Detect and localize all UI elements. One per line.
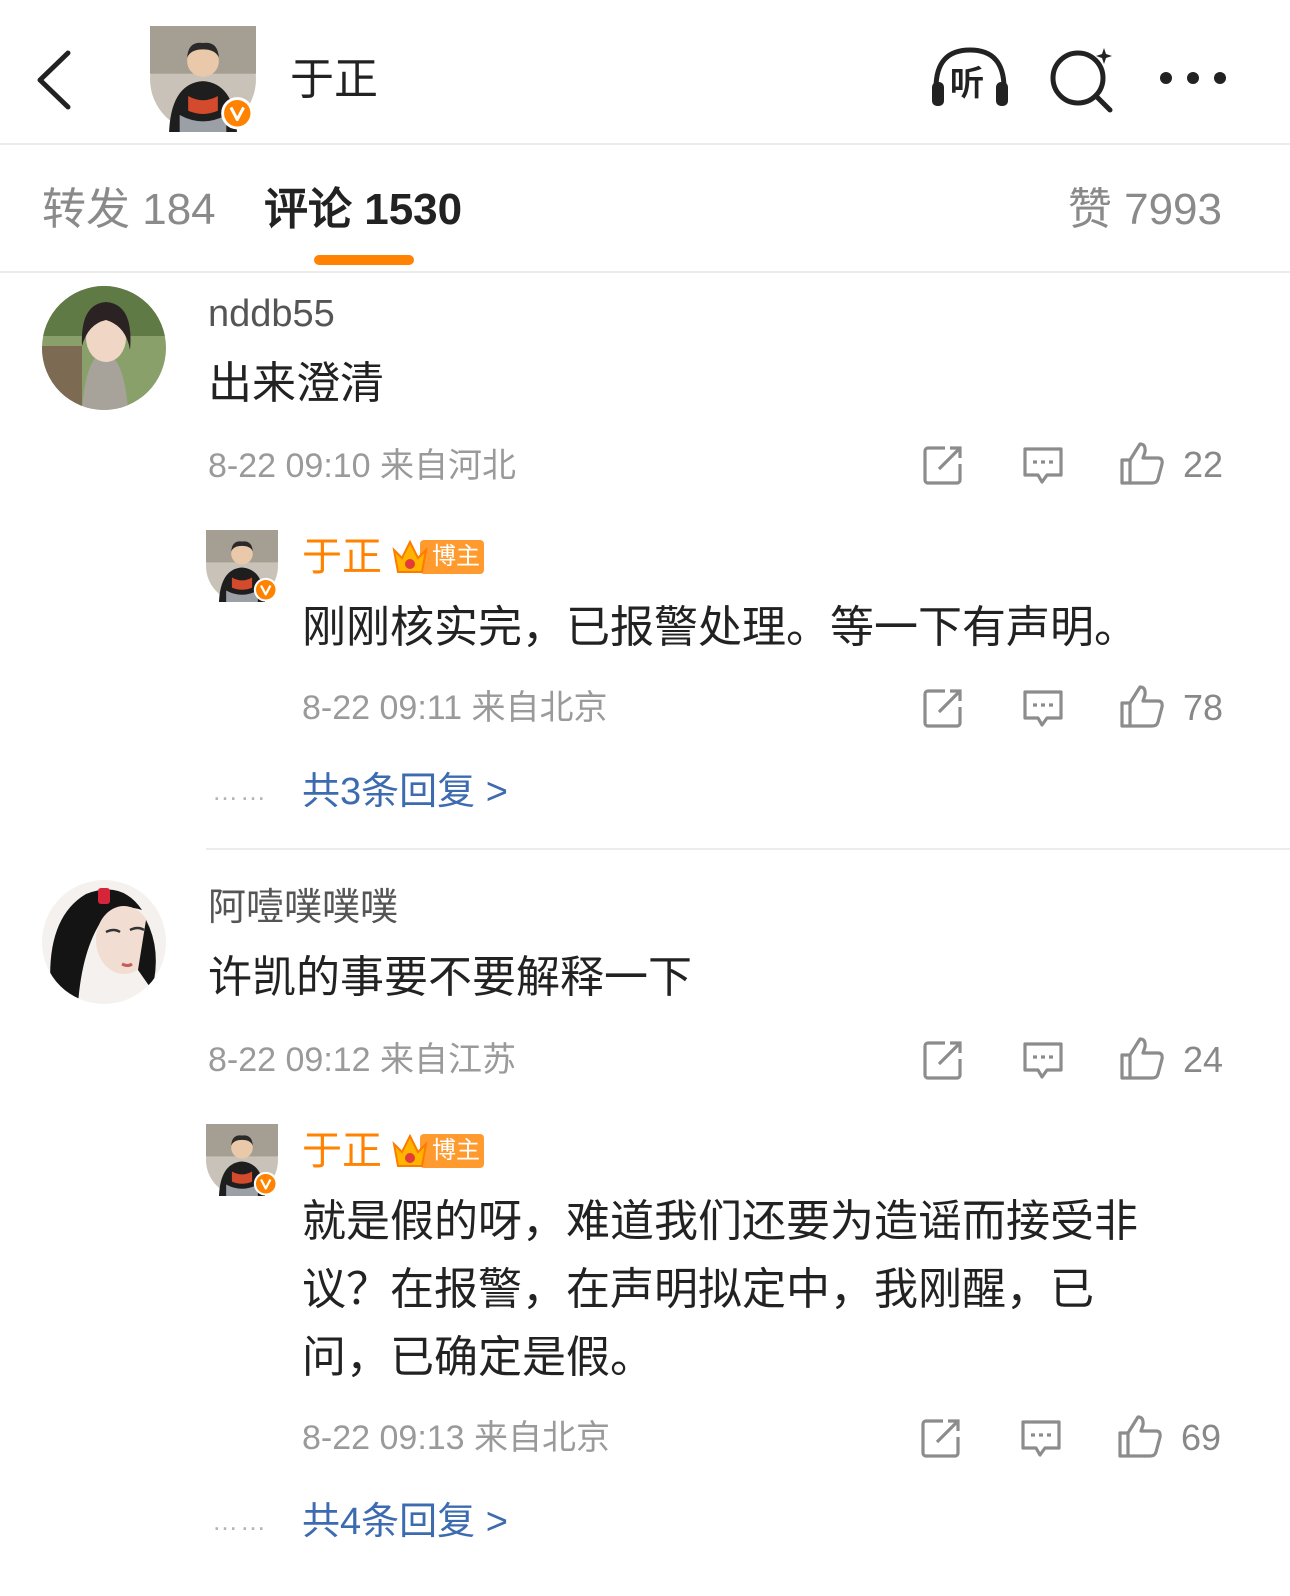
like-count: 24 — [1183, 1039, 1224, 1080]
page-title: 于正 — [290, 55, 378, 104]
blogger-badge: 博主 — [390, 1130, 484, 1170]
search-icon[interactable] — [1048, 44, 1118, 114]
reply-username[interactable]: 于正 — [302, 532, 382, 582]
dots-separator: …… — [212, 1506, 268, 1536]
author-avatar[interactable] — [206, 530, 278, 602]
reply-username[interactable]: 于正 — [302, 1126, 382, 1176]
blogger-badge-label: 博主 — [432, 1137, 480, 1164]
blogger-badge-label: 博主 — [432, 543, 480, 570]
like-count: 22 — [1183, 444, 1224, 485]
comment-icon[interactable] — [1020, 685, 1066, 731]
view-more-replies-link[interactable]: 共4条回复 > — [302, 1498, 508, 1546]
reply-text-line: 就是假的呀，难道我们还要为造谣而接受非 — [302, 1197, 1138, 1246]
view-more-replies-link[interactable]: 共3条回复 > — [302, 768, 508, 816]
comment-meta: 8-22 09:10 来自河北 — [208, 447, 517, 485]
like-icon[interactable] — [1118, 683, 1164, 729]
like-icon[interactable] — [1116, 1413, 1162, 1459]
comment-icon[interactable] — [1020, 442, 1066, 488]
comment-icon[interactable] — [1018, 1415, 1064, 1461]
like-icon[interactable] — [1118, 1035, 1164, 1081]
commenter-username[interactable]: nddb55 — [208, 290, 335, 338]
tab-bar: 转发 184 评论 1530 赞 7993 — [0, 145, 1290, 273]
like-count: 78 — [1183, 687, 1224, 728]
comment-icon[interactable] — [1020, 1037, 1066, 1083]
tab-comments[interactable]: 评论 1530 — [264, 183, 462, 237]
commenter-avatar[interactable] — [42, 880, 166, 1004]
share-icon[interactable] — [920, 685, 966, 731]
blogger-badge: 博主 — [390, 536, 484, 576]
tab-repost[interactable]: 转发 184 — [42, 183, 216, 237]
listen-icon-label: 听 — [950, 65, 984, 103]
author-avatar[interactable] — [206, 1124, 278, 1196]
like-icon[interactable] — [1118, 440, 1164, 486]
comment-divider — [206, 848, 1290, 850]
comment-text: 许凯的事要不要解释一下 — [208, 953, 692, 1002]
reply-text-line: 问，已确定是假。 — [302, 1333, 654, 1382]
dots-separator: …… — [212, 776, 268, 806]
like-count: 69 — [1181, 1417, 1222, 1458]
reply-meta: 8-22 09:13 来自北京 — [302, 1419, 611, 1457]
author-avatar[interactable] — [150, 26, 256, 132]
top-navigation-bar: 于正 听 — [0, 0, 1290, 145]
chevron-left-icon[interactable] — [30, 45, 80, 115]
listen-icon[interactable]: 听 — [928, 44, 1012, 110]
more-icon[interactable] — [1158, 60, 1228, 96]
tab-likes[interactable]: 赞 7993 — [1068, 183, 1222, 237]
commenter-avatar[interactable] — [42, 286, 166, 410]
active-tab-indicator — [314, 255, 414, 265]
share-icon[interactable] — [920, 1037, 966, 1083]
reply-text-line: 刚刚核实完，已报警处理。等一下有声明。 — [302, 603, 1138, 652]
comment-meta: 8-22 09:12 来自江苏 — [208, 1041, 517, 1079]
reply-text-line: 议？在报警，在声明拟定中，我刚醒，已 — [302, 1265, 1094, 1314]
comment-text: 出来澄清 — [208, 359, 384, 408]
share-icon[interactable] — [918, 1415, 964, 1461]
commenter-username[interactable]: 阿噎噗噗噗 — [208, 884, 398, 932]
share-icon[interactable] — [920, 442, 966, 488]
reply-meta: 8-22 09:11 来自北京 — [302, 689, 608, 727]
